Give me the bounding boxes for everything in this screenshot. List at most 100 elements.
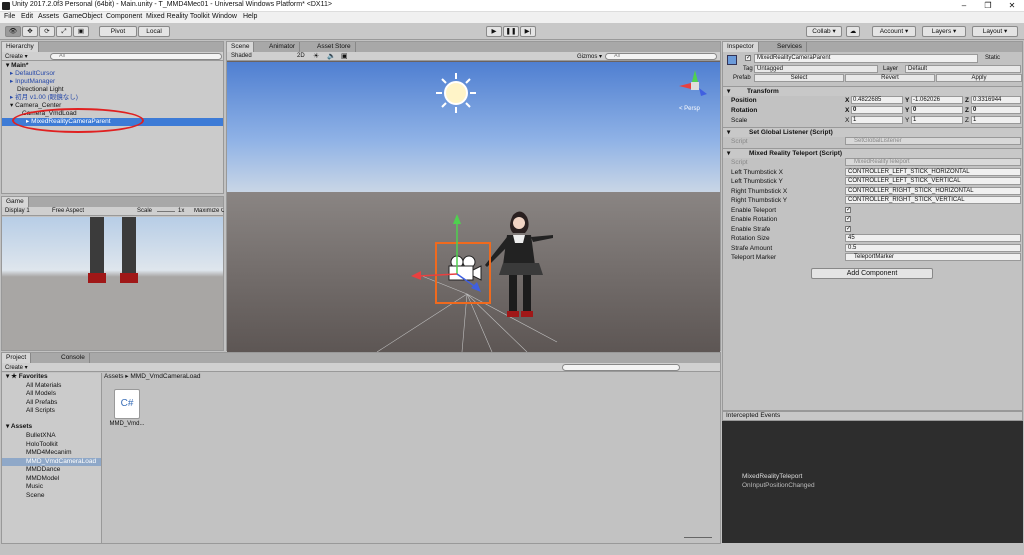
asset-folder[interactable]: Music <box>2 483 101 491</box>
menu-component[interactable]: Component <box>106 13 142 20</box>
menu-assets[interactable]: Assets <box>38 13 59 20</box>
enable-teleport-checkbox[interactable]: ✓ <box>845 206 851 213</box>
step-button[interactable]: ▶| <box>520 26 536 37</box>
layout-button[interactable]: Layout ▾ <box>972 26 1018 37</box>
scene-search-input[interactable]: All <box>605 53 717 60</box>
asset-folder[interactable]: HoloToolkit <box>2 441 101 449</box>
audio-icon[interactable]: 🔈 <box>327 52 336 60</box>
rotation-z-field[interactable]: 0 <box>971 106 1021 114</box>
tab-inspector[interactable]: Inspector <box>723 42 759 52</box>
favorite-item[interactable]: All Scripts <box>2 407 101 415</box>
hierarchy-create-button[interactable]: Create ▾ <box>5 53 28 60</box>
menu-gameobject[interactable]: GameObject <box>63 13 102 20</box>
prefab-revert-button[interactable]: Revert <box>845 74 935 82</box>
hierarchy-row-defaultcursor[interactable]: ▸ DefaultCursor <box>2 70 223 78</box>
tab-project[interactable]: Project <box>2 353 32 363</box>
add-component-button[interactable]: Add Component <box>811 268 933 279</box>
asset-folder[interactable]: BulletXNA <box>2 432 101 440</box>
tab-animator[interactable]: Animator <box>265 42 301 52</box>
scale-x-field[interactable]: 1 <box>851 116 903 124</box>
project-create-button[interactable]: Create ▾ <box>5 364 28 371</box>
icon-size-slider[interactable] <box>684 537 712 538</box>
cloud-icon[interactable]: ☁ <box>846 26 860 37</box>
left-thumbstick-y-field[interactable]: CONTROLLER_LEFT_STICK_VERTICAL <box>845 177 1021 185</box>
enable-rotation-checkbox[interactable]: ✓ <box>845 216 851 222</box>
right-thumbstick-x-field[interactable]: CONTROLLER_RIGHT_STICK_HORIZONTAL <box>845 186 1021 195</box>
rotation-x-field[interactable]: 0 <box>851 106 903 114</box>
set-global-listener-header[interactable]: ▾ Set Global Listener (Script) <box>723 127 1022 137</box>
csharp-file-icon[interactable]: C# <box>114 389 140 419</box>
asset-folder-selected[interactable]: MMD_VmdCameraLoad <box>2 457 101 466</box>
rotate-tool-icon[interactable]: ⟳ <box>39 26 55 37</box>
hierarchy-row-directional-light[interactable]: Directional Light <box>2 86 223 94</box>
rect-tool-icon[interactable]: ▣ <box>73 26 89 37</box>
tag-dropdown[interactable]: Untagged <box>754 65 878 73</box>
menu-mixed-reality-toolkit[interactable]: Mixed Reality Toolkit <box>146 13 210 20</box>
asset-folder[interactable]: Scene <box>2 492 101 500</box>
collab-button[interactable]: Collab ▾ <box>806 26 842 37</box>
tab-services[interactable]: Services <box>773 42 807 52</box>
layers-button[interactable]: Layers ▾ <box>922 26 966 37</box>
menu-file[interactable]: File <box>4 13 15 20</box>
right-thumbstick-y-field[interactable]: CONTROLLER_RIGHT_STICK_VERTICAL <box>845 196 1021 204</box>
asset-folder[interactable]: MMDModel <box>2 475 101 483</box>
hierarchy-row-model[interactable]: ▸ 初月 v1.00 (眼鏡なし) <box>2 94 223 102</box>
tab-console[interactable]: Console <box>57 353 90 363</box>
enable-strafe-checkbox[interactable]: ✓ <box>845 225 851 232</box>
asset-folder[interactable]: MMDDance <box>2 466 101 474</box>
gizmos-dropdown[interactable]: Gizmos ▾ <box>577 53 602 60</box>
menu-help[interactable]: Help <box>243 13 257 20</box>
tab-asset-store[interactable]: Asset Store <box>313 42 356 52</box>
display-dropdown[interactable]: Display 1 <box>5 208 30 214</box>
tab-hierarchy[interactable]: Hierarchy <box>2 42 39 52</box>
maximize-on-play-toggle[interactable]: Maximize On Play <box>194 208 224 214</box>
strafe-amount-field[interactable]: 0.5 <box>845 243 1021 252</box>
maximize-icon[interactable]: ❐ <box>976 0 1000 12</box>
aspect-dropdown[interactable]: Free Aspect <box>52 208 84 214</box>
left-thumbstick-x-field[interactable]: CONTROLLER_LEFT_STICK_HORIZONTAL <box>845 167 1021 176</box>
transform-header[interactable]: ▾ Transform <box>723 86 1022 96</box>
account-button[interactable]: Account ▾ <box>872 26 916 37</box>
pause-button[interactable]: ❚❚ <box>503 26 519 37</box>
scale-z-field[interactable]: 1 <box>971 116 1021 124</box>
scale-y-field[interactable]: 1 <box>911 116 963 124</box>
teleport-marker-field[interactable]: TeleportMarker <box>845 253 1021 261</box>
effects-icon[interactable]: ▣ <box>341 52 348 60</box>
minimize-icon[interactable]: – <box>952 0 976 12</box>
menu-window[interactable]: Window <box>212 13 237 20</box>
shading-dropdown[interactable]: Shaded <box>231 53 252 59</box>
scale-slider[interactable] <box>157 211 175 212</box>
tab-game[interactable]: Game <box>2 197 29 207</box>
position-y-field[interactable]: -1.062026 <box>911 96 963 104</box>
prefab-select-button[interactable]: Select <box>754 74 844 82</box>
assets-header[interactable]: ▾ Assets <box>2 423 101 431</box>
hierarchy-row-inputmanager[interactable]: ▸ InputManager <box>2 78 223 86</box>
hand-tool-icon[interactable]: 👁 <box>5 26 21 37</box>
close-icon[interactable]: ✕ <box>1000 0 1024 12</box>
rotation-y-field[interactable]: 0 <box>911 106 963 114</box>
hierarchy-scene-row[interactable]: ▾ Main* <box>2 62 223 70</box>
project-breadcrumb[interactable]: Assets ▸ MMD_VmdCameraLoad <box>104 373 704 381</box>
position-x-field[interactable]: 0.4822685 <box>851 96 903 104</box>
tab-scene[interactable]: Scene <box>227 42 255 52</box>
favorite-item[interactable]: All Materials <box>2 382 101 390</box>
layer-dropdown[interactable]: Default <box>905 65 1021 73</box>
project-search-input[interactable] <box>562 364 680 371</box>
object-name-field[interactable]: MixedRealityCameraParent <box>754 54 978 63</box>
pivot-button[interactable]: Pivot <box>99 26 137 37</box>
lighting-icon[interactable]: ☀ <box>313 52 319 60</box>
favorite-item[interactable]: All Models <box>2 390 101 398</box>
favorite-item[interactable]: All Prefabs <box>2 399 101 407</box>
mixed-reality-teleport-header[interactable]: ▾ Mixed Reality Teleport (Script) <box>723 148 1022 158</box>
static-toggle[interactable]: Static <box>985 55 1000 61</box>
hierarchy-search-input[interactable]: All <box>50 53 222 60</box>
rotation-size-field[interactable]: 45 <box>845 234 1021 242</box>
position-z-field[interactable]: 0.3316944 <box>971 96 1021 104</box>
hierarchy-row-camera-center[interactable]: ▾ Camera_Center <box>2 102 223 110</box>
scale-tool-icon[interactable]: ⤢ <box>56 26 72 37</box>
favorites-header[interactable]: ▾ ★ Favorites <box>2 373 101 381</box>
active-checkbox[interactable]: ✓ <box>745 55 751 61</box>
asset-folder[interactable]: MMD4Mecanim <box>2 449 101 457</box>
menu-edit[interactable]: Edit <box>21 13 33 20</box>
mode-2d-toggle[interactable]: 2D <box>297 53 305 59</box>
